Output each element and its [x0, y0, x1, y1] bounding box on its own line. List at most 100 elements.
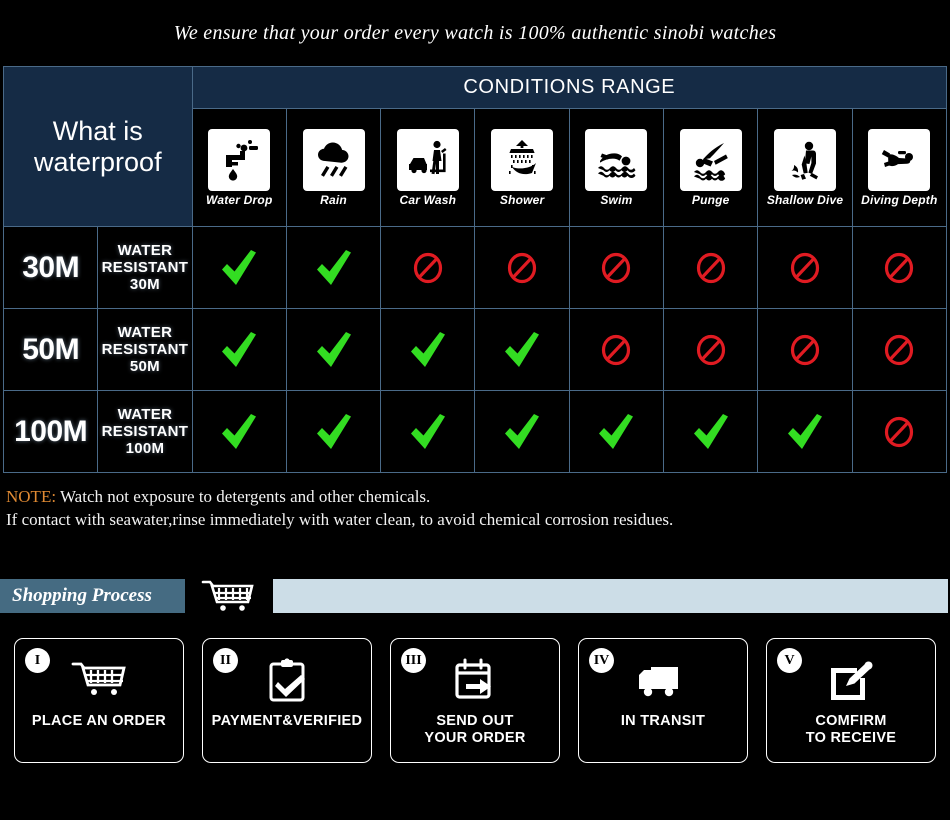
swimmer-icon: [585, 128, 648, 191]
step-label: COMFIRM TO RECEIVE: [805, 713, 897, 746]
mark-cell: [191, 226, 287, 309]
prohibition-icon: [602, 334, 631, 365]
check-mark-icon: [505, 331, 540, 367]
row-depth: 50M: [2, 308, 99, 391]
condition-header-diving-depth: Diving Depth: [851, 108, 948, 227]
condition-label: Swim: [600, 192, 633, 207]
row-description: WATER RESISTANT 100M: [97, 390, 193, 473]
mark-cell: [474, 390, 570, 473]
mark-cell: [191, 308, 287, 391]
prohibition-icon: [696, 252, 725, 283]
check-mark-icon: [599, 413, 634, 449]
conditions-range-header: CONDITIONS RANGE: [191, 66, 948, 109]
check-mark-icon: [316, 249, 351, 285]
step-comfirm-to-receive[interactable]: V COMFIRM TO RECEIVE: [766, 638, 936, 763]
table-row: 50M WATER RESISTANT 50M: [2, 308, 948, 391]
mark-cell: [474, 226, 570, 309]
condition-header-swim: Swim: [568, 108, 665, 227]
note-line-2: If contact with seawater,rinse immediate…: [6, 510, 674, 529]
mark-cell: [380, 308, 476, 391]
rain-cloud-icon: [302, 128, 365, 191]
note-block: NOTE: Watch not exposure to detergents a…: [6, 485, 950, 531]
row-description: WATER RESISTANT 30M: [97, 226, 193, 309]
delivery-truck-icon: [637, 657, 689, 705]
page-tagline: We ensure that your order every watch is…: [173, 21, 777, 44]
shopping-process-bar: Shopping Process: [0, 579, 950, 613]
prohibition-icon: [885, 416, 914, 447]
check-mark-icon: [316, 413, 351, 449]
check-mark-icon: [788, 413, 823, 449]
mark-cell: [757, 390, 853, 473]
check-mark-icon: [410, 331, 445, 367]
mark-cell: [568, 226, 665, 309]
step-label: IN TRANSIT: [620, 713, 706, 729]
mark-cell: [285, 226, 382, 309]
prohibition-icon: [413, 252, 442, 283]
faucet-drip-icon: [208, 128, 271, 191]
prohibition-icon: [602, 252, 631, 283]
note-pencil-icon: [827, 657, 875, 705]
calendar-arrow-icon: [452, 657, 498, 705]
check-mark-icon: [222, 249, 257, 285]
prohibition-icon: [790, 334, 820, 365]
note-tag: NOTE:: [6, 487, 57, 506]
mark-cell: [568, 308, 665, 391]
condition-label: Rain: [320, 192, 347, 207]
check-mark-icon: [222, 413, 257, 449]
condition-label: Shallow Dive: [766, 192, 844, 207]
condition-label: Punge: [691, 192, 730, 207]
prohibition-icon: [696, 334, 725, 365]
prohibition-icon: [885, 252, 914, 283]
condition-label: Shower: [499, 192, 545, 207]
condition-header-punge: Punge: [663, 108, 759, 227]
shallow-diver-icon: [774, 128, 837, 191]
check-mark-icon: [410, 413, 445, 449]
mark-cell: [663, 226, 759, 309]
mark-cell: [380, 390, 476, 473]
step-label: PLACE AN ORDER: [31, 713, 167, 729]
condition-header-shallow-dive: Shallow Dive: [757, 108, 853, 227]
condition-header-rain: Rain: [285, 108, 382, 227]
mark-cell: [380, 226, 476, 309]
row-depth: 30M: [2, 226, 99, 309]
check-mark-icon: [505, 413, 540, 449]
step-label: SEND OUT YOUR ORDER: [424, 713, 526, 746]
waterproof-title: What is waterproof: [3, 66, 193, 227]
mark-cell: [757, 226, 853, 309]
clipboard-check-icon: [264, 657, 310, 705]
row-description: WATER RESISTANT 50M: [97, 308, 193, 391]
step-in-transit[interactable]: IV IN TRANSIT: [578, 638, 748, 763]
step-numeral: I: [25, 648, 50, 673]
mark-cell: [568, 390, 665, 473]
step-payment-verified[interactable]: II PAYMENT&VERIFIED: [202, 638, 372, 763]
shopping-cart-icon: [70, 657, 128, 705]
mark-cell: [851, 308, 948, 391]
mark-cell: [757, 308, 853, 391]
mark-cell: [851, 390, 948, 473]
step-send-out-your-order[interactable]: III SEND OUT YOUR ORDER: [390, 638, 560, 763]
scuba-diver-icon: [868, 128, 931, 191]
condition-header-water-drop: Water Drop: [191, 108, 287, 227]
condition-label: Car Wash: [399, 192, 457, 207]
shopping-steps: I PLACE AN ORDER II PAYMENT&VERIFIED III…: [0, 638, 950, 763]
condition-label: Water Drop: [206, 192, 273, 207]
check-mark-icon: [222, 331, 257, 367]
mark-cell: [474, 308, 570, 391]
row-depth: 100M: [2, 390, 99, 473]
prohibition-icon: [790, 252, 820, 283]
shower-icon: [491, 128, 554, 191]
car-wash-icon: [396, 128, 459, 191]
table-row: 100M WATER RESISTANT 100M: [2, 390, 948, 473]
step-place-an-order[interactable]: I PLACE AN ORDER: [14, 638, 184, 763]
step-numeral: IV: [589, 648, 614, 673]
mark-cell: [285, 390, 382, 473]
step-numeral: V: [777, 648, 802, 673]
prohibition-icon: [885, 334, 914, 365]
shopping-cart-icon: [185, 579, 273, 613]
step-numeral: II: [213, 648, 238, 673]
mark-cell: [191, 390, 287, 473]
waterproof-table: What is waterproof CONDITIONS RANGE Wate…: [2, 66, 948, 473]
step-label: PAYMENT&VERIFIED: [211, 713, 363, 729]
mark-cell: [663, 390, 759, 473]
prohibition-icon: [508, 252, 537, 283]
